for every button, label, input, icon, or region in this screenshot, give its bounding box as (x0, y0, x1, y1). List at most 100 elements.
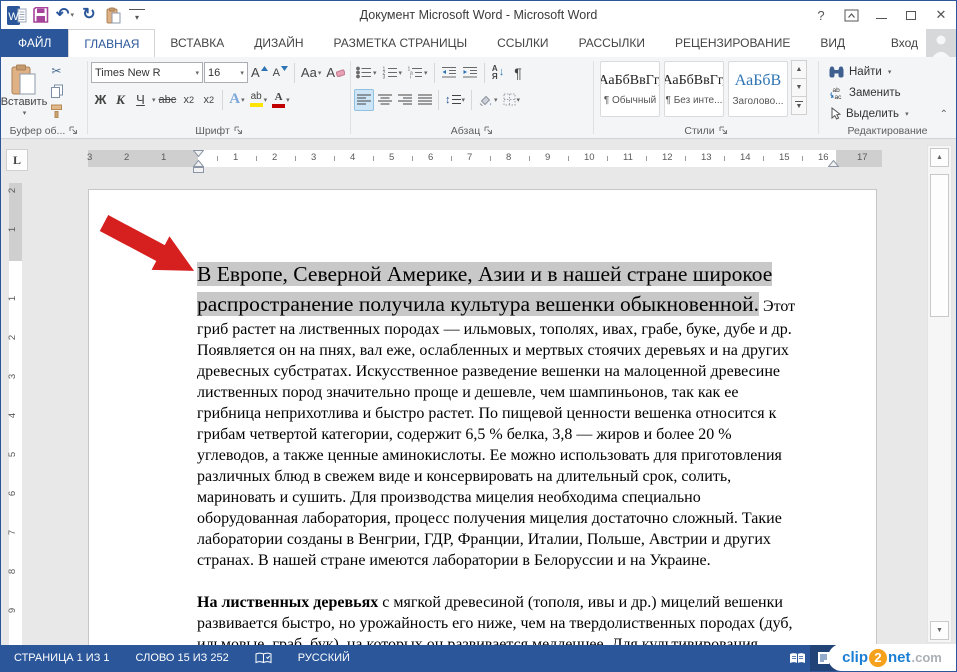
paste-button[interactable]: Вставить▾ (1, 59, 47, 121)
align-left-button[interactable] (354, 89, 374, 111)
shading-button[interactable]: ▾ (476, 89, 500, 111)
style-scroll-up-icon[interactable]: ▲ (791, 60, 807, 79)
qat-customize-icon[interactable]: ▾ (127, 4, 147, 26)
sign-in-link[interactable]: Вход (891, 36, 918, 50)
subscript-button[interactable]: x2 (179, 89, 198, 111)
word-window: W ↶▾ ↻ ▾ Документ Microsoft Word - Micro… (0, 0, 957, 672)
clipboard-dialog-launcher[interactable] (69, 126, 78, 135)
scroll-down-icon[interactable]: ▼ (930, 621, 949, 640)
grow-font-button[interactable]: А (249, 62, 270, 84)
change-case-button[interactable]: Aa▾ (299, 62, 323, 84)
maximize-icon[interactable] (896, 1, 926, 29)
tab-главная[interactable]: ГЛАВНАЯ (68, 29, 155, 57)
avatar[interactable] (926, 29, 956, 57)
bullets-button[interactable]: ▾ (354, 62, 379, 84)
paragraph-1[interactable]: В Европе, Северной Америке, Азии и в наш… (197, 259, 804, 571)
font-dialog-launcher[interactable] (234, 126, 243, 135)
borders-button[interactable]: ▾ (501, 89, 523, 111)
scroll-up-icon[interactable]: ▲ (930, 148, 949, 167)
tab-stop-selector[interactable]: L (6, 149, 28, 171)
align-right-button[interactable] (395, 89, 414, 111)
language-indicator[interactable]: РУССКИЙ (285, 645, 363, 671)
ribbon-display-icon[interactable] (836, 1, 866, 29)
paragraph-dialog-launcher[interactable] (484, 126, 493, 135)
collapse-ribbon-icon[interactable]: ⌃ (940, 109, 948, 120)
page[interactable]: В Европе, Северной Америке, Азии и в наш… (88, 189, 877, 647)
tab-дизайн[interactable]: ДИЗАЙН (239, 29, 318, 57)
shrink-font-button[interactable]: А (271, 62, 290, 84)
tab-рассылки[interactable]: РАССЫЛКИ (564, 29, 660, 57)
tab-ссылки[interactable]: ССЫЛКИ (482, 29, 563, 57)
word-logo-icon[interactable]: W (7, 4, 27, 26)
document-text[interactable]: В Европе, Северной Америке, Азии и в наш… (197, 259, 804, 647)
style-card-1[interactable]: АаБбВвГг,¶ Обычный (600, 61, 660, 117)
ruler-number: 8 (506, 152, 511, 163)
style-scroll-down-icon[interactable]: ▼ (791, 78, 807, 97)
paragraph-1-rest[interactable]: Этот гриб растет на лиственных породах —… (197, 298, 795, 569)
justify-button[interactable] (415, 89, 434, 111)
cut-icon[interactable]: ✂ (47, 62, 66, 80)
italic-button[interactable]: К (111, 89, 130, 111)
right-indent-marker[interactable] (828, 160, 839, 167)
font-size-select[interactable]: 16▾ (204, 62, 248, 83)
tab-разметка-страницы[interactable]: РАЗМЕТКА СТРАНИЦЫ (319, 29, 483, 57)
font-color-button[interactable]: А▾ (270, 89, 292, 111)
binoculars-icon (829, 66, 844, 78)
read-mode-icon[interactable] (784, 645, 810, 671)
paste-touch-icon[interactable] (103, 4, 123, 26)
replace-button[interactable]: abac Заменить (829, 83, 909, 102)
align-center-button[interactable] (375, 89, 394, 111)
tab-вид[interactable]: ВИД (805, 29, 860, 57)
styles-dialog-launcher[interactable] (719, 126, 728, 135)
ruler-number: 15 (779, 152, 790, 163)
hanging-indent-marker[interactable] (193, 160, 204, 167)
format-painter-icon[interactable] (47, 102, 66, 120)
multilevel-list-button[interactable]: 1ai▾ (405, 62, 430, 84)
tab-рецензирование[interactable]: РЕЦЕНЗИРОВАНИЕ (660, 29, 805, 57)
sort-button[interactable]: АЯ↓ (489, 62, 508, 84)
style-card-2[interactable]: АаБбВвГг,¶ Без инте... (664, 61, 724, 117)
strikethrough-button[interactable]: abc (157, 89, 179, 111)
show-marks-button[interactable]: ¶ (509, 62, 528, 84)
vertical-ruler[interactable]: 21123456789 (9, 183, 22, 647)
find-button[interactable]: Найти▾ (829, 62, 909, 81)
undo-icon[interactable]: ↶▾ (55, 4, 75, 26)
decrease-indent-button[interactable] (439, 62, 459, 84)
first-line-indent-marker[interactable] (193, 150, 204, 157)
style-gallery-more-icon[interactable]: ▼ (791, 96, 807, 115)
ruler-number: 7 (467, 152, 472, 163)
underline-caret[interactable]: ▾ (152, 96, 156, 104)
clipboard-group-label: Буфер об... (10, 125, 66, 137)
svg-text:3: 3 (382, 75, 385, 80)
left-indent-marker[interactable] (193, 167, 204, 173)
vertical-scrollbar[interactable]: ▲ ▼ (927, 145, 952, 643)
minimize-icon[interactable] (866, 1, 896, 29)
redo-icon[interactable]: ↻ (79, 4, 99, 26)
scrollbar-thumb[interactable] (930, 174, 949, 317)
copy-icon[interactable] (47, 82, 66, 100)
clear-formatting-button[interactable]: А (324, 62, 347, 84)
style-card-3[interactable]: АаБбВЗаголово... (728, 61, 788, 117)
page-indicator[interactable]: СТРАНИЦА 1 ИЗ 1 (1, 645, 123, 671)
superscript-button[interactable]: x2 (199, 89, 218, 111)
proofing-icon[interactable] (242, 645, 285, 671)
select-button[interactable]: Выделить▾ (829, 104, 909, 123)
underline-button[interactable]: Ч (131, 89, 150, 111)
close-icon[interactable]: ✕ (926, 1, 956, 29)
horizontal-ruler[interactable]: 3211234567891011121314151617 (88, 150, 882, 167)
word-count[interactable]: СЛОВО 15 ИЗ 252 (123, 645, 242, 671)
tab-вставка[interactable]: ВСТАВКА (155, 29, 239, 57)
highlight-button[interactable]: ab▾ (248, 89, 270, 111)
increase-indent-button[interactable] (460, 62, 480, 84)
font-name-select[interactable]: Times New R▾ (91, 62, 203, 83)
text-effects-button[interactable]: А▾ (227, 89, 246, 111)
bold-button[interactable]: Ж (91, 89, 110, 111)
selected-text[interactable]: В Европе, Северной Америке, Азии и в наш… (197, 262, 772, 316)
tab-файл[interactable]: ФАЙЛ (1, 29, 68, 57)
save-icon[interactable] (31, 4, 51, 26)
paragraph-2-lead[interactable]: На лиственных деревьях (197, 594, 378, 611)
line-spacing-button[interactable]: ↕▾ (443, 89, 467, 111)
paragraph-2[interactable]: На лиственных деревьях с мягкой древесин… (197, 592, 804, 647)
help-icon[interactable]: ? (806, 1, 836, 29)
numbering-button[interactable]: 123▾ (380, 62, 405, 84)
